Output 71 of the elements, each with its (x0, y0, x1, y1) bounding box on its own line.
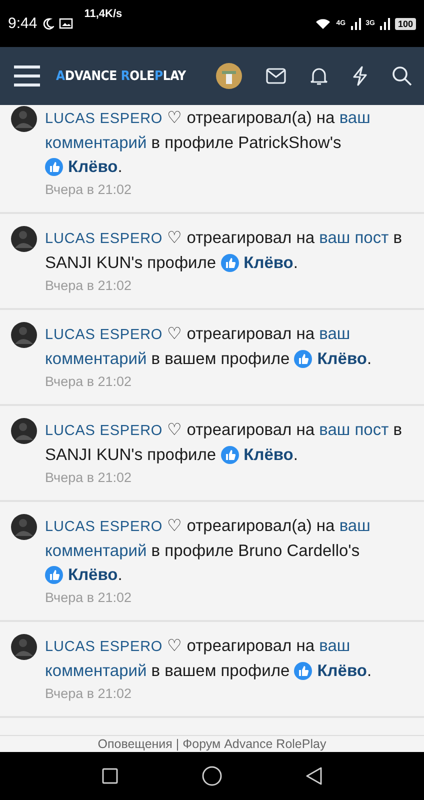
thumbs-up-icon (45, 158, 63, 176)
page-title: Оповещения | Форум Advance RolePlay (0, 735, 424, 752)
image-icon (59, 18, 74, 29)
reaction-link[interactable]: Клёво (220, 443, 294, 467)
notification-time: Вчера в 21:02 (45, 589, 133, 607)
notification-item[interactable]: LUCAS ESPERO ♡ отреагировал на ваш комментарий в вашем профиле Клёво. Вчера в 21:02 (0, 622, 424, 718)
reaction-link[interactable]: Клёво (294, 659, 367, 683)
thumbs-up-icon (294, 350, 312, 368)
avatar-icon[interactable] (11, 514, 37, 540)
wifi-icon (315, 18, 332, 30)
mail-icon[interactable] (266, 68, 286, 84)
notification-text: LUCAS ESPERO ♡ отреагировал(а) на ваш комментарий в профиле PatrickShow's Клёво. (45, 106, 414, 179)
user-link[interactable]: LUCAS ESPERO (45, 519, 163, 535)
user-link[interactable]: LUCAS ESPERO (45, 639, 163, 655)
content-link[interactable]: комментарий (45, 542, 147, 560)
notification-time: Вчера в 21:02 (45, 373, 133, 391)
battery-level: 100 (394, 18, 416, 30)
menu-button[interactable] (14, 65, 40, 87)
user-link[interactable]: LUCAS ESPERO (45, 423, 163, 439)
avatar-icon[interactable] (11, 226, 37, 252)
thumbs-up-icon (220, 254, 239, 272)
thumbs-up-icon (220, 446, 239, 464)
content-link[interactable]: ваш (319, 325, 350, 343)
reaction-link[interactable]: Клёво (45, 155, 118, 179)
content-link[interactable]: ваш пост (319, 421, 389, 439)
notification-time: Вчера в 21:02 (45, 685, 133, 703)
search-icon[interactable] (392, 66, 412, 86)
user-link[interactable]: LUCAS ESPERO (45, 327, 163, 343)
notification-time: Вчера в 21:02 (45, 181, 133, 199)
reaction-link[interactable]: Клёво (45, 563, 118, 587)
user-link[interactable]: LUCAS ESPERO (45, 111, 163, 127)
notification-text: LUCAS ESPERO ♡ отреагировал на ваш пост в SANJI KUN's профиле Клёво. (45, 226, 414, 275)
content-link[interactable]: ваш (339, 109, 370, 127)
content-link[interactable]: ваш (339, 517, 370, 535)
square-icon[interactable] (102, 768, 118, 784)
user-link[interactable]: LUCAS ESPERO (45, 231, 163, 247)
signal-icon (380, 18, 390, 30)
notification-item[interactable]: LUCAS ESPERO ♡ отреагировал(а) на ваш комментарий в профиле Bruno Cardello's Клёво. Вчера в 21:02 (0, 502, 424, 622)
moon-icon (42, 18, 54, 30)
thumbs-up-icon (294, 662, 312, 680)
content-link[interactable]: комментарий (45, 350, 147, 368)
profile-avatar-button[interactable] (216, 63, 242, 89)
content-link[interactable]: ваш (319, 637, 350, 655)
notification-text: LUCAS ESPERO ♡ отреагировал на ваш комментарий в вашем профиле Клёво. (45, 634, 414, 683)
thumbs-up-icon (45, 566, 63, 584)
notification-time: Вчера в 21:02 (45, 277, 133, 295)
content-link[interactable]: комментарий (45, 662, 147, 680)
notification-text: LUCAS ESPERO ♡ отреагировал(а) на ваш комментарий в профиле Bruno Cardello's Клёво. (45, 514, 414, 587)
circle-icon[interactable] (202, 766, 222, 786)
avatar-icon[interactable] (11, 106, 37, 132)
reaction-link[interactable]: Клёво (294, 347, 367, 371)
avatar-icon[interactable] (11, 634, 37, 660)
reaction-link[interactable]: Клёво (220, 251, 294, 275)
notification-text: LUCAS ESPERO ♡ отреагировал на ваш пост в SANJI KUN's профиле Клёво. (45, 418, 414, 467)
network-speed: 11,4K/s (84, 8, 122, 20)
notification-item[interactable]: LUCAS ESPERO ♡ отреагировал на ваш комментарий в вашем профиле Клёво. Вчера в 21:02 (0, 310, 424, 406)
avatar-icon[interactable] (11, 322, 37, 348)
avatar-icon[interactable] (11, 418, 37, 444)
notification-item[interactable]: LUCAS ESPERO ♡ отреагировал на ваш пост в SANJI KUN's профиле Клёво. Вчера в 21:02 (0, 406, 424, 502)
content-link[interactable]: ваш пост (319, 229, 389, 247)
notification-item[interactable]: LUCAS ESPERO ♡ отреагировал(а) на ваш комментарий в профиле PatrickShow's Клёво. Вчера в 21:02 (0, 105, 424, 214)
lightning-icon[interactable] (352, 66, 368, 86)
notification-time: Вчера в 21:02 (45, 469, 133, 487)
site-logo[interactable]: ADVANCE ROLEPLAY (56, 68, 186, 84)
signal-icon (350, 18, 361, 30)
content-link[interactable]: комментарий (45, 134, 147, 152)
clock-time: 9:44 (8, 15, 38, 32)
bell-icon[interactable] (310, 66, 328, 86)
notification-item[interactable]: LUCAS ESPERO ♡ отреагировал на ваш пост в SANJI KUN's профиле Клёво. Вчера в 21:02 (0, 214, 424, 310)
triangle-icon[interactable] (306, 767, 322, 785)
notification-text: LUCAS ESPERO ♡ отреагировал на ваш комментарий в вашем профиле Клёво. (45, 322, 414, 371)
